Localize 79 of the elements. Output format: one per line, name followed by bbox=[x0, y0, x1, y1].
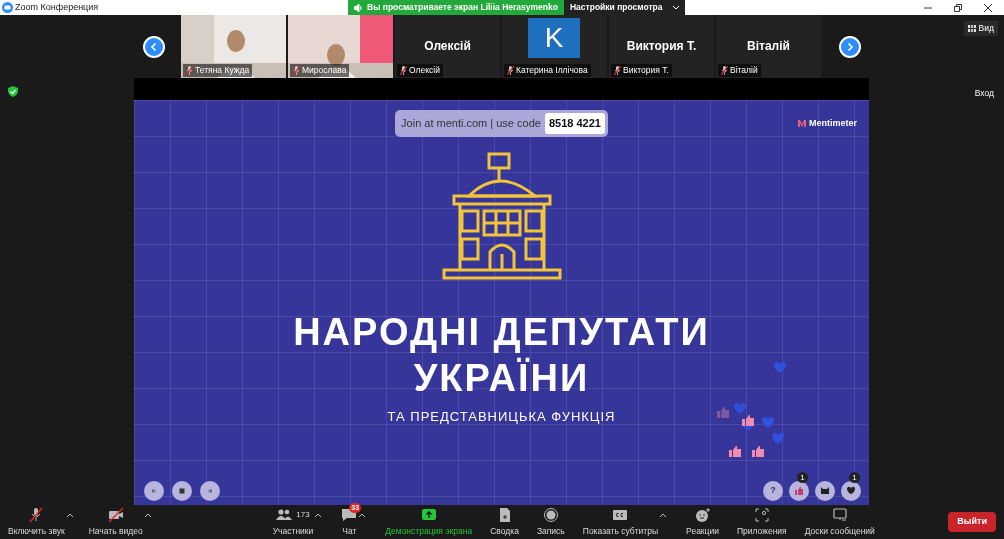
chevron-left-icon bbox=[149, 41, 159, 52]
summary-button[interactable]: Сводка bbox=[490, 506, 519, 538]
close-icon[interactable] bbox=[984, 3, 992, 12]
shield-icon bbox=[8, 86, 18, 97]
name-label: Олексій bbox=[397, 64, 443, 77]
restore-icon[interactable] bbox=[954, 3, 962, 12]
options-button[interactable] bbox=[658, 512, 669, 517]
avatar: K bbox=[528, 18, 580, 58]
brand-name: Mentimeter bbox=[809, 117, 857, 130]
options-button[interactable] bbox=[64, 512, 75, 517]
apps-button[interactable]: Приложения bbox=[736, 506, 787, 538]
caret-icon bbox=[144, 512, 151, 517]
caret-icon bbox=[660, 512, 667, 517]
name-label: Мирослава bbox=[290, 64, 350, 77]
window-title: Zoom Конференция bbox=[15, 0, 99, 14]
muted-mic-icon bbox=[614, 66, 621, 76]
share-screen-button[interactable]: Демонстрация экрана bbox=[385, 506, 473, 538]
name-label: Тетяна Кужда bbox=[183, 64, 253, 77]
muted-mic-icon bbox=[507, 66, 514, 76]
previous-page-button[interactable] bbox=[143, 35, 165, 58]
options-button[interactable] bbox=[357, 512, 368, 517]
apps-icon bbox=[753, 506, 770, 523]
heart-button[interactable] bbox=[841, 481, 861, 501]
caret-icon bbox=[315, 512, 322, 517]
thumbs-up-button[interactable] bbox=[789, 481, 809, 501]
stop-button[interactable] bbox=[172, 481, 192, 501]
participant-name: Виктория Т. bbox=[625, 38, 698, 55]
view-button[interactable]: Вид bbox=[963, 21, 998, 36]
slide-subtitle: ТА ПРЕДСТАВНИЦЬКА ФУНКЦІЯ bbox=[387, 407, 616, 426]
caret-icon bbox=[359, 512, 366, 517]
arrow-left-icon bbox=[149, 486, 159, 496]
participant-name: Віталій bbox=[746, 38, 791, 55]
options-button[interactable] bbox=[142, 512, 153, 517]
chevron-right-icon bbox=[845, 41, 855, 52]
brand-logo-icon bbox=[798, 120, 806, 128]
muted-mic-icon bbox=[400, 66, 407, 76]
grid-icon bbox=[967, 24, 976, 32]
captions-button[interactable]: Показать субтитры bbox=[582, 506, 659, 538]
monitor-icon bbox=[831, 506, 848, 523]
arrow-right-icon bbox=[205, 486, 215, 496]
count-badge: 1 bbox=[849, 472, 860, 483]
participant-name: Олексій bbox=[423, 38, 472, 55]
thumbs-up-icon bbox=[794, 486, 804, 496]
muted-mic-icon bbox=[186, 66, 193, 76]
cat-icon bbox=[820, 486, 830, 496]
start-video-button[interactable]: Начать видео bbox=[88, 506, 143, 538]
reactions-button[interactable]: Реакции bbox=[686, 506, 719, 538]
name-label: Віталій bbox=[718, 64, 761, 77]
name-label: Виктория Т. bbox=[611, 64, 672, 77]
previous-slide-button[interactable] bbox=[144, 481, 164, 501]
view-settings-button[interactable]: Настройки просмотра bbox=[563, 0, 685, 15]
join-text: Join at menti.com | use code bbox=[401, 116, 541, 131]
options-button[interactable] bbox=[313, 512, 324, 517]
next-slide-button[interactable] bbox=[200, 481, 220, 501]
chevron-down-icon bbox=[672, 5, 679, 10]
participants-button[interactable]: 173 Участники bbox=[272, 506, 314, 538]
heart-icon bbox=[846, 486, 856, 496]
leave-button[interactable]: Выйти bbox=[948, 512, 996, 532]
banner-text: Вы просматриваете экран Liliia Herasymenko bbox=[367, 1, 558, 14]
unmute-button[interactable]: Включить звук bbox=[8, 506, 65, 538]
question-button[interactable]: ? bbox=[763, 481, 783, 501]
muted-mic-icon bbox=[293, 66, 300, 76]
caret-icon bbox=[66, 512, 73, 517]
muted-mic-icon bbox=[28, 506, 45, 523]
slide-title: УКРАЇНИ bbox=[413, 355, 590, 401]
record-icon bbox=[542, 506, 559, 523]
speaker-icon bbox=[354, 3, 363, 12]
muted-mic-icon bbox=[721, 66, 728, 76]
video-off-icon bbox=[107, 506, 124, 523]
count-badge: 1 bbox=[797, 472, 808, 483]
join-code: 8518 4221 bbox=[544, 113, 605, 134]
whiteboards-button[interactable]: Доски сообщений bbox=[804, 506, 875, 538]
people-icon bbox=[276, 506, 293, 523]
next-page-button[interactable] bbox=[839, 35, 861, 58]
slide-title: НАРОДНІ ДЕПУТАТИ bbox=[293, 309, 710, 355]
record-button[interactable]: Запись bbox=[536, 506, 565, 538]
sign-in-link[interactable]: Вход bbox=[974, 87, 994, 100]
name-label: Катерина Іллічова bbox=[504, 64, 591, 77]
cat-button[interactable] bbox=[815, 481, 835, 501]
